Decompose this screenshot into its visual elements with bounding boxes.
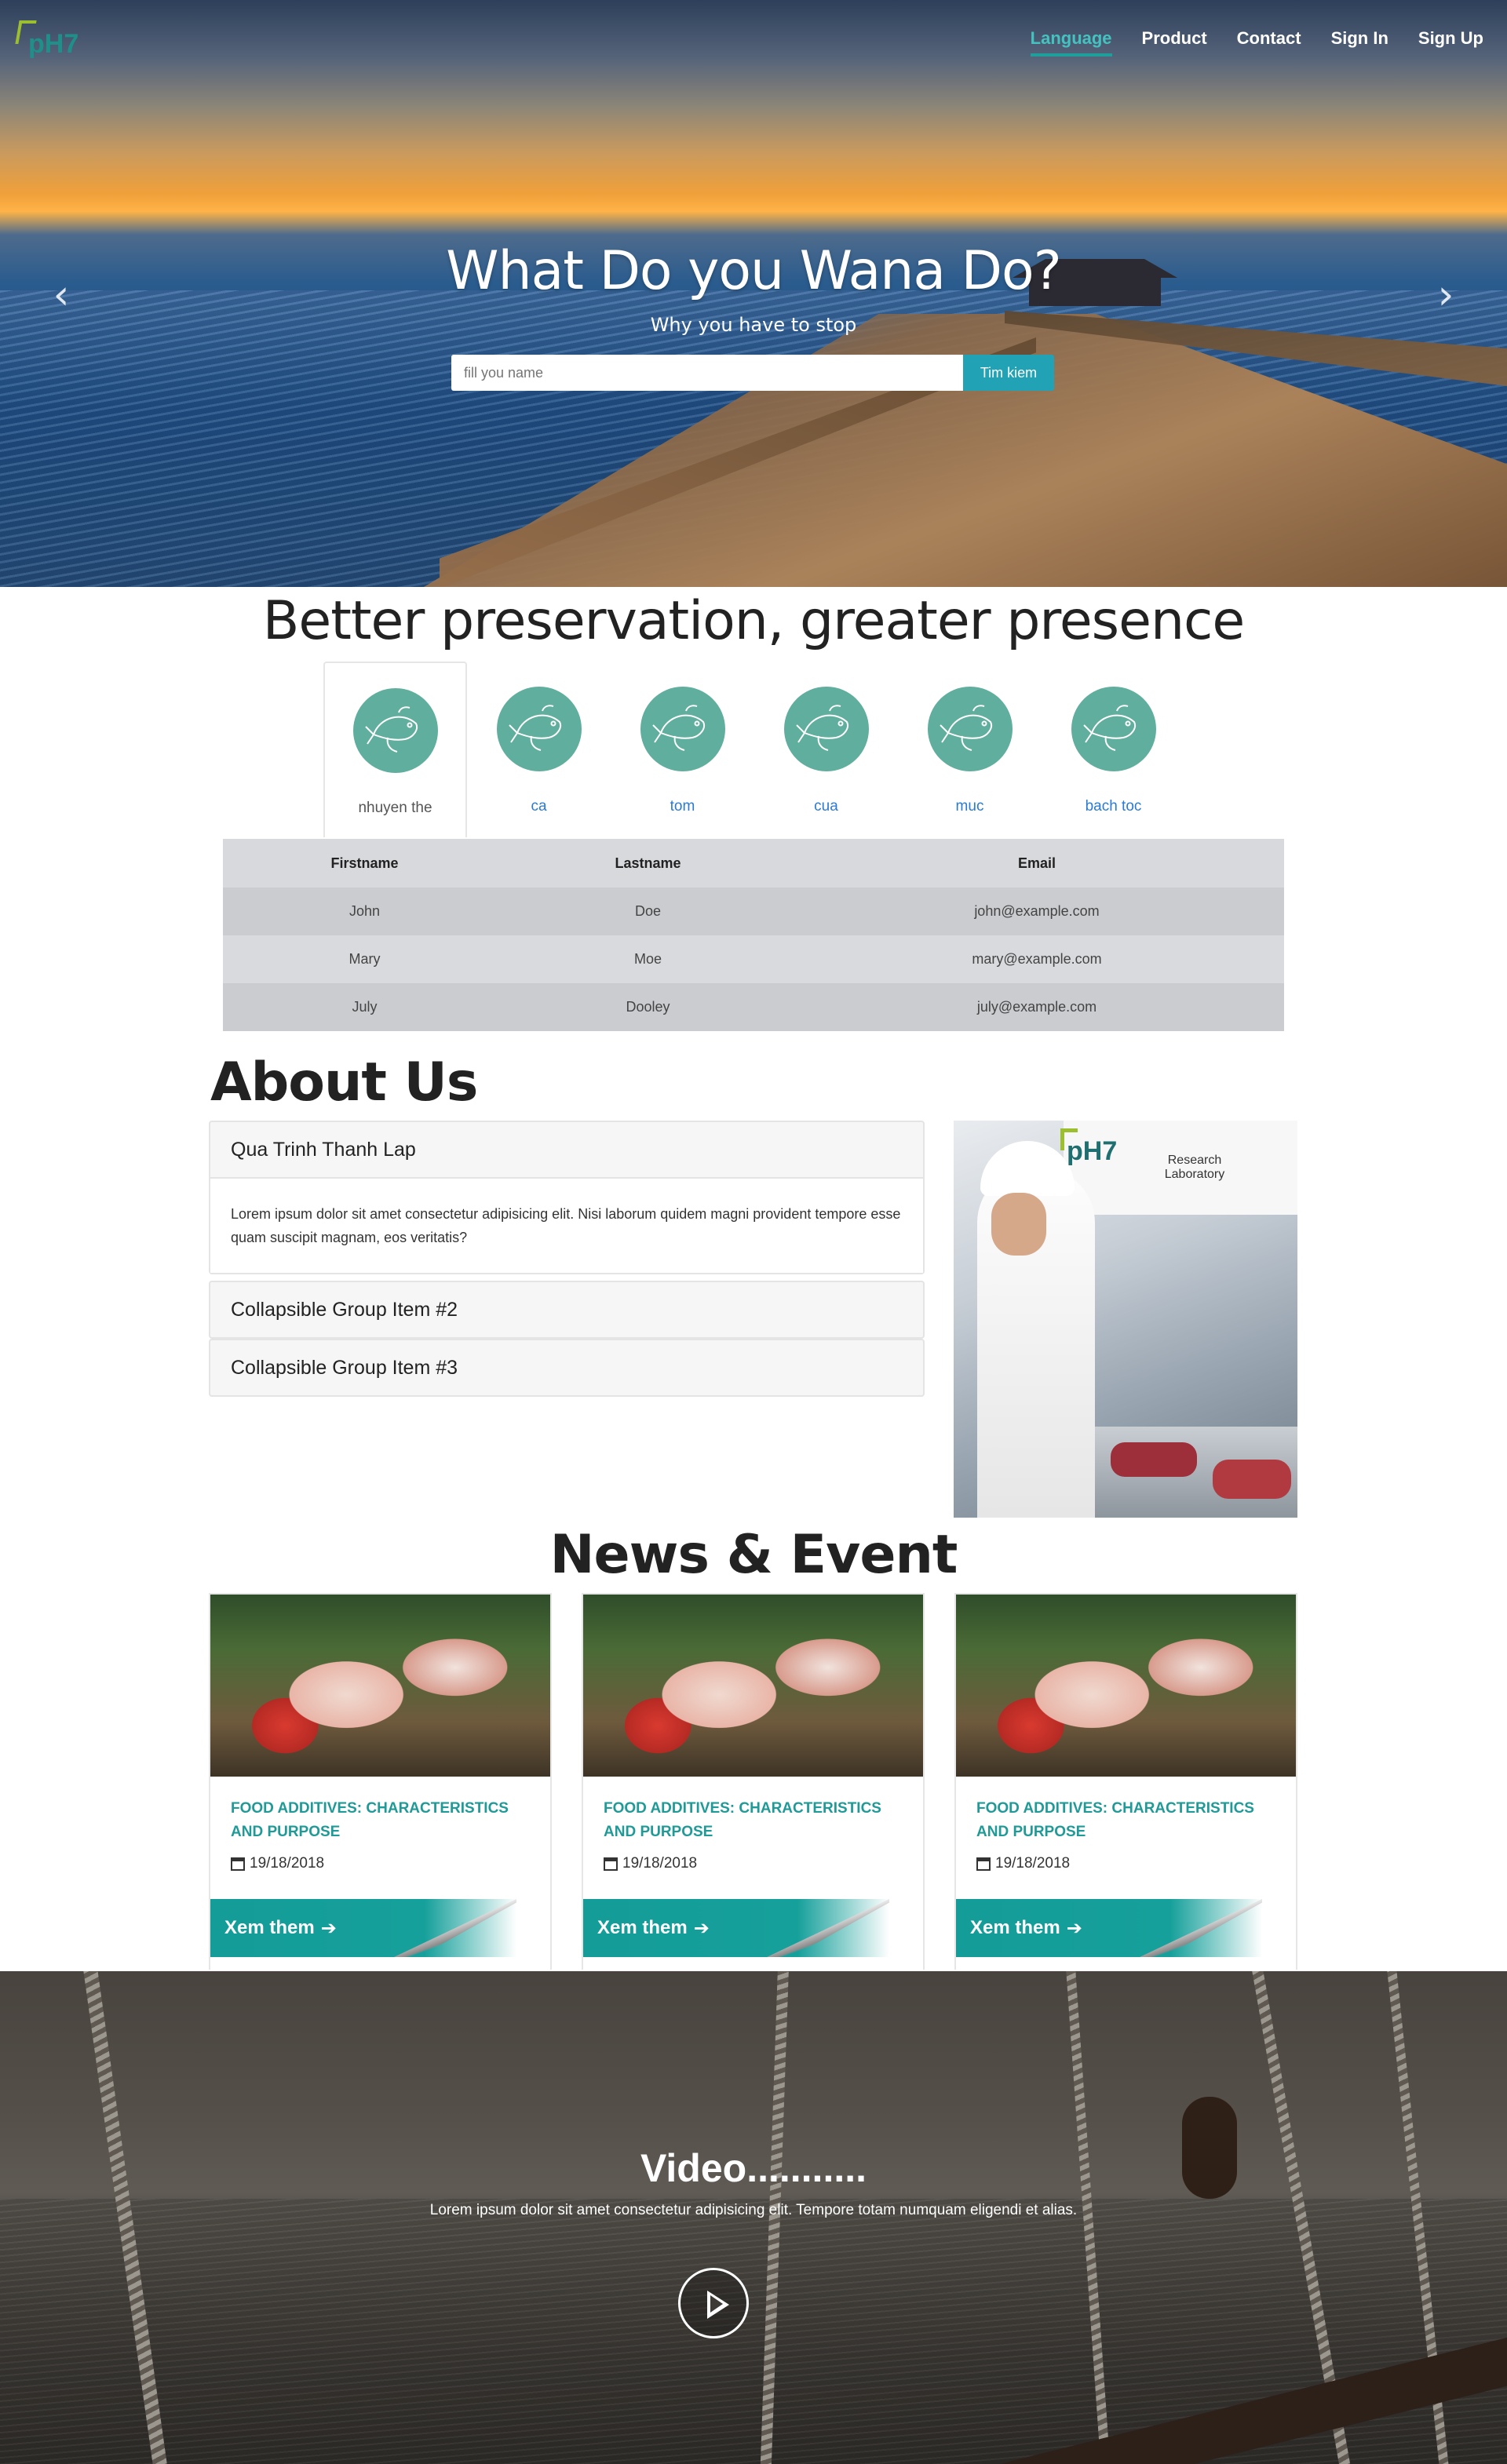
news-title[interactable]: FOOD ADDITIVES: CHARACTERISTICS AND PURP… [583, 1777, 923, 1844]
lab-caption: Research Laboratory [1164, 1154, 1225, 1181]
column-header: Email [790, 839, 1284, 888]
table-cell: Dooley [506, 983, 790, 1031]
play-icon[interactable] [678, 2268, 749, 2338]
logo-text: pH7 [28, 29, 79, 59]
news-title[interactable]: FOOD ADDITIVES: CHARACTERISTICS AND PURP… [210, 1777, 550, 1844]
read-more-label: Xem them [597, 1917, 688, 1938]
data-table: Firstname Lastname Email John Doe john@e… [223, 839, 1284, 1031]
calendar-icon [231, 1857, 245, 1871]
table-cell: Moe [506, 935, 790, 983]
column-header: Firstname [223, 839, 506, 888]
table-cell: july@example.com [790, 983, 1284, 1031]
tab-label: tom [670, 798, 695, 815]
search-button[interactable]: Tim kiem [963, 355, 1054, 391]
news-date: 19/18/2018 [583, 1844, 923, 1872]
tab-label: bach toc [1085, 798, 1142, 815]
tab-bach-toc[interactable]: bach toc [1042, 662, 1185, 837]
hero-search-form: Tim kiem [451, 355, 1054, 391]
hero-title: What Do you Wana Do? [446, 240, 1061, 302]
arrow-right-icon: ➔ [320, 1917, 337, 1939]
table-header-row: Firstname Lastname Email [223, 839, 1284, 888]
nav-contact[interactable]: Contact [1237, 28, 1301, 56]
tab-label: muc [955, 798, 984, 815]
video-description: Lorem ipsum dolor sit amet consectetur a… [429, 2202, 1078, 2218]
news-image[interactable] [210, 1595, 550, 1777]
news-card: FOOD ADDITIVES: CHARACTERISTICS AND PURP… [582, 1593, 925, 1970]
meat-piece [1213, 1460, 1291, 1499]
news-card: FOOD ADDITIVES: CHARACTERISTICS AND PURP… [954, 1593, 1297, 1970]
nav-sign-up[interactable]: Sign Up [1418, 28, 1483, 56]
nav-language[interactable]: Language [1030, 28, 1112, 56]
calendar-icon [976, 1857, 991, 1871]
arrow-right-icon: ➔ [1066, 1917, 1082, 1939]
section-title-news: News & Event [549, 1524, 958, 1586]
accordion-item-3: Collapsible Group Item #3 [209, 1339, 925, 1397]
section-title-about: About Us [210, 1052, 478, 1114]
calendar-icon [604, 1857, 618, 1871]
table-cell: July [223, 983, 506, 1031]
nav-sign-in[interactable]: Sign In [1331, 28, 1388, 56]
meat-piece [1111, 1442, 1197, 1477]
accordion-item-2: Collapsible Group Item #2 [209, 1281, 925, 1339]
read-more-label: Xem them [224, 1917, 315, 1938]
table-cell: Doe [506, 888, 790, 935]
hero-subtitle: Why you have to stop [650, 314, 857, 336]
tab-ca[interactable]: ca [467, 662, 611, 837]
fish-icon [640, 687, 725, 771]
fish-icon [352, 688, 438, 773]
table-cell: John [223, 888, 506, 935]
news-title[interactable]: FOOD ADDITIVES: CHARACTERISTICS AND PURP… [956, 1777, 1296, 1844]
accordion-header[interactable]: Collapsible Group Item #2 [210, 1282, 923, 1337]
table-row: Mary Moe mary@example.com [223, 935, 1284, 983]
read-more-label: Xem them [970, 1917, 1060, 1938]
fish-icon [1071, 687, 1156, 771]
news-date: 19/18/2018 [956, 1844, 1296, 1872]
search-input[interactable] [451, 355, 963, 391]
lab-photo: pH7 Research Laboratory [954, 1121, 1297, 1518]
main-nav: Language Product Contact Sign In Sign Up [1030, 28, 1483, 56]
news-date-text: 19/18/2018 [250, 1855, 325, 1872]
table-row: July Dooley july@example.com [223, 983, 1284, 1031]
fish-icon [927, 687, 1013, 771]
nav-product[interactable]: Product [1142, 28, 1207, 56]
table-row: John Doe john@example.com [223, 888, 1284, 935]
tab-label: cua [814, 798, 838, 815]
site-logo[interactable]: pH7 [15, 20, 88, 64]
news-date: 19/18/2018 [210, 1844, 550, 1872]
tab-label: nhuyen the [358, 800, 432, 816]
accordion-item-1: Qua Trinh Thanh Lap Lorem ipsum dolor si… [209, 1121, 925, 1274]
accordion-body: Lorem ipsum dolor sit amet consectetur a… [210, 1177, 923, 1273]
tab-muc[interactable]: muc [898, 662, 1042, 837]
fish-icon [783, 687, 869, 771]
news-date-text: 19/18/2018 [622, 1855, 698, 1872]
news-image[interactable] [583, 1595, 923, 1777]
lab-logo-text: pH7 [1067, 1136, 1118, 1166]
tab-tom[interactable]: tom [611, 662, 754, 837]
product-tabs: nhuyen the ca tom cua muc bach toc [323, 662, 1185, 837]
news-image[interactable] [956, 1595, 1296, 1777]
column-header: Lastname [506, 839, 790, 888]
table-cell: john@example.com [790, 888, 1284, 935]
chef-face [991, 1193, 1046, 1256]
arrow-right-icon: ➔ [693, 1917, 710, 1939]
news-card: FOOD ADDITIVES: CHARACTERISTICS AND PURP… [209, 1593, 552, 1970]
tab-cua[interactable]: cua [754, 662, 898, 837]
table-cell: Mary [223, 935, 506, 983]
fish-icon [496, 687, 582, 771]
accordion-header[interactable]: Collapsible Group Item #3 [210, 1340, 923, 1395]
accordion-header[interactable]: Qua Trinh Thanh Lap [210, 1122, 923, 1177]
video-title: Video........... [640, 2146, 867, 2190]
tab-nhuyen-the[interactable]: nhuyen the [323, 662, 467, 837]
news-date-text: 19/18/2018 [995, 1855, 1071, 1872]
table-cell: mary@example.com [790, 935, 1284, 983]
section-title-preservation: Better preservation, greater presence [262, 590, 1246, 652]
tab-label: ca [531, 798, 547, 815]
